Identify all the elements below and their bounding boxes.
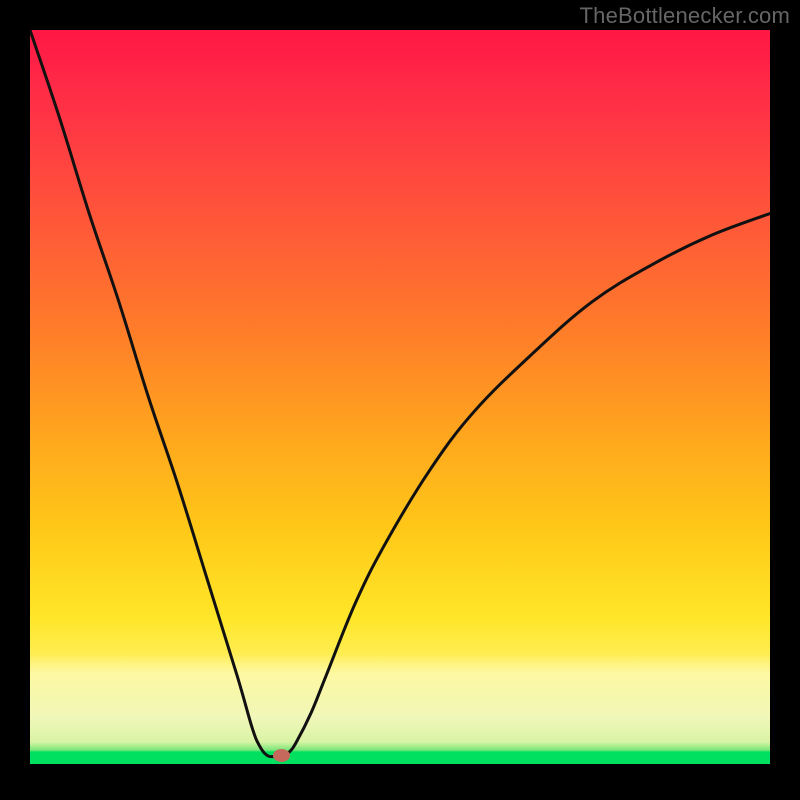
chart-frame: TheBottlenecker.com xyxy=(0,0,800,800)
optimum-marker xyxy=(273,749,291,762)
watermark-text: TheBottlenecker.com xyxy=(580,3,790,29)
plot-area xyxy=(30,30,770,764)
bottleneck-curve xyxy=(30,30,770,764)
